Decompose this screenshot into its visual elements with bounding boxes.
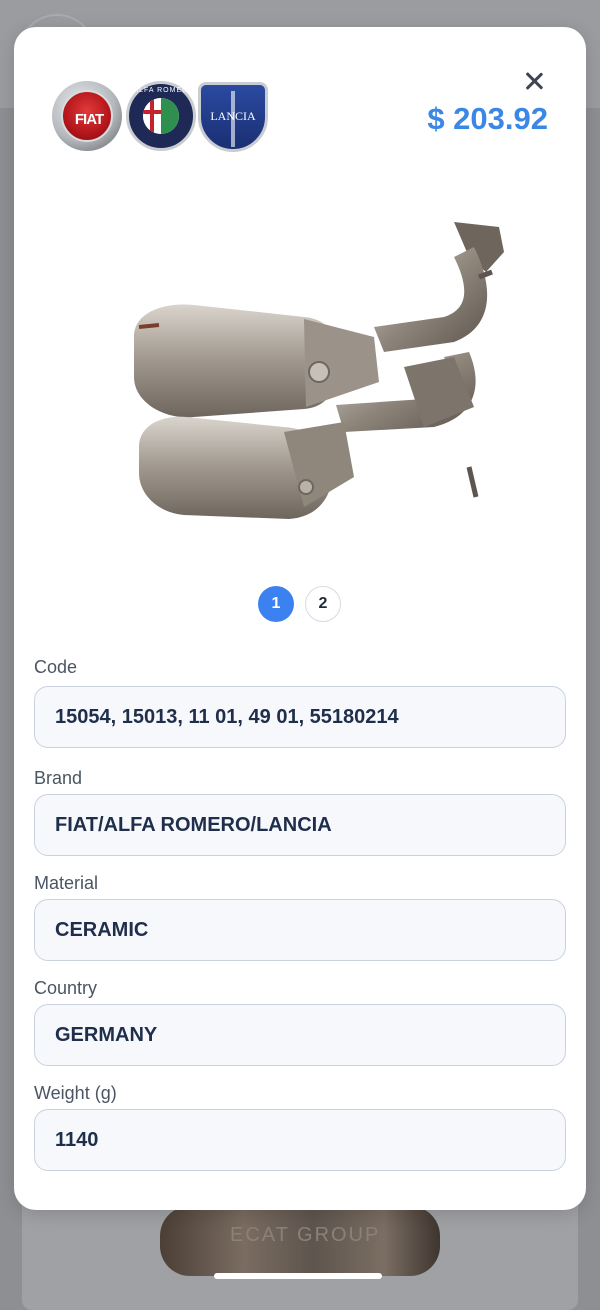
alfa-logo-text: ALFA ROMEO <box>133 87 189 94</box>
product-detail-modal: FIAT ALFA ROMEO LANCIA $ 203.92 1 2 Code… <box>14 27 586 1210</box>
code-value: 15054, 15013, 11 01, 49 01, 55180214 <box>55 706 399 728</box>
fiat-logo-icon: FIAT <box>52 81 122 151</box>
weight-value: 1140 <box>55 1129 99 1151</box>
page-2-button[interactable]: 2 <box>305 586 341 622</box>
catalytic-converter-image <box>134 222 504 519</box>
close-icon[interactable] <box>518 65 550 97</box>
material-value: CERAMIC <box>55 919 149 941</box>
code-field: 15054, 15013, 11 01, 49 01, 55180214 <box>34 686 566 748</box>
material-field: CERAMIC <box>34 899 566 961</box>
country-value: GERMANY <box>55 1024 158 1046</box>
home-indicator[interactable] <box>214 1273 382 1279</box>
alfa-romeo-logo-icon: ALFA ROMEO <box>126 81 196 151</box>
brand-value: FIAT/ALFA ROMERO/LANCIA <box>55 814 332 836</box>
weight-label: Weight (g) <box>34 1083 117 1103</box>
country-label: Country <box>34 978 98 998</box>
lancia-logo-icon: LANCIA <box>198 82 268 152</box>
product-image[interactable] <box>74 177 534 527</box>
country-field: GERMANY <box>34 1004 566 1066</box>
lancia-logo-text: LANCIA <box>210 109 256 123</box>
brand-label: Brand <box>34 768 83 788</box>
material-label: Material <box>34 873 99 893</box>
weight-field: 1140 <box>34 1109 566 1171</box>
fiat-logo-text: FIAT <box>74 111 104 128</box>
price-label: $ 203.92 <box>427 101 548 136</box>
brand-field: FIAT/ALFA ROMERO/LANCIA <box>34 794 566 856</box>
page-1-button[interactable]: 1 <box>258 586 294 622</box>
code-label: Code <box>34 657 78 677</box>
background-watermark: ECAT GROUP <box>230 1224 381 1246</box>
